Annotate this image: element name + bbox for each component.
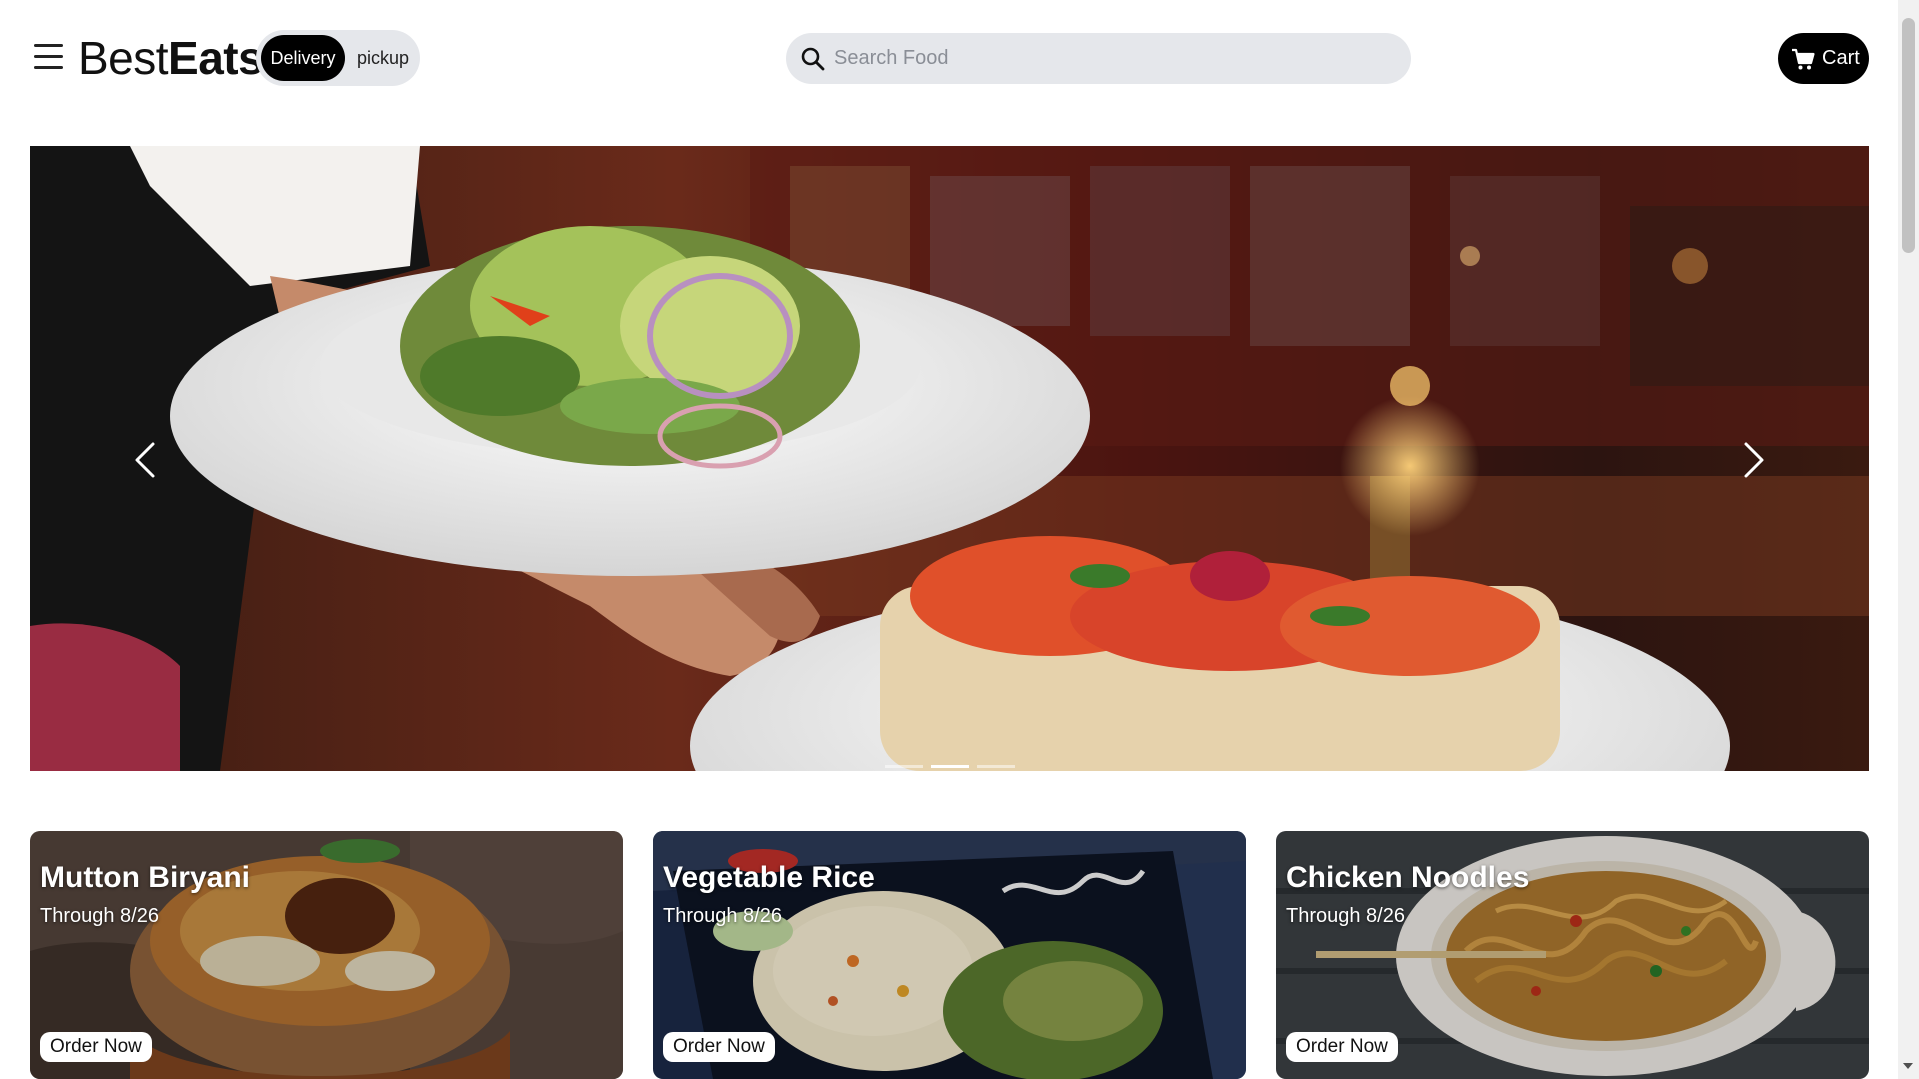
- scroll-down-arrow-icon[interactable]: [1903, 1063, 1913, 1069]
- promo-dates: Through 8/26: [40, 905, 159, 927]
- cart-label: Cart: [1822, 47, 1860, 69]
- logo-text-bold: Eats: [168, 32, 264, 84]
- promo-dates: Through 8/26: [663, 905, 782, 927]
- cart-icon: [1792, 48, 1815, 70]
- search-icon[interactable]: [800, 46, 826, 72]
- order-now-button[interactable]: Order Now: [663, 1032, 775, 1062]
- order-now-button[interactable]: Order Now: [40, 1032, 152, 1062]
- carousel-indicator-1[interactable]: [885, 765, 923, 768]
- pickup-button[interactable]: pickup: [350, 35, 416, 81]
- hero-carousel: [30, 146, 1869, 771]
- hero-slide-image: [30, 146, 1869, 771]
- promo-title: Mutton Biryani: [40, 861, 250, 894]
- hamburger-menu-icon[interactable]: [34, 44, 63, 70]
- delivery-pickup-toggle: Delivery pickup: [256, 30, 420, 86]
- page-scrollbar[interactable]: [1898, 0, 1919, 1079]
- carousel-indicators: [885, 765, 1015, 769]
- top-navbar: BestEats Delivery pickup Cart: [0, 0, 1898, 118]
- promo-cards: Mutton Biryani Through 8/26 Order Now Ve…: [30, 831, 1869, 1079]
- chevron-right-icon[interactable]: [1724, 430, 1784, 490]
- delivery-button[interactable]: Delivery: [261, 35, 345, 81]
- logo-text-light: Best: [78, 32, 169, 84]
- promo-card[interactable]: Chicken Noodles Through 8/26 Order Now: [1276, 831, 1869, 1079]
- promo-title: Chicken Noodles: [1286, 861, 1530, 894]
- brand-logo[interactable]: BestEats: [78, 32, 264, 84]
- chevron-left-icon[interactable]: [115, 430, 175, 490]
- carousel-indicator-2[interactable]: [931, 765, 969, 768]
- promo-card[interactable]: Vegetable Rice Through 8/26 Order Now: [653, 831, 1246, 1079]
- search-bar: [786, 33, 1411, 84]
- cart-button[interactable]: Cart: [1778, 33, 1869, 84]
- carousel-indicator-3[interactable]: [977, 765, 1015, 768]
- promo-dates: Through 8/26: [1286, 905, 1405, 927]
- promo-card[interactable]: Mutton Biryani Through 8/26 Order Now: [30, 831, 623, 1079]
- scrollbar-thumb[interactable]: [1902, 18, 1915, 253]
- order-now-button[interactable]: Order Now: [1286, 1032, 1398, 1062]
- search-input[interactable]: [834, 33, 1394, 84]
- promo-title: Vegetable Rice: [663, 861, 875, 894]
